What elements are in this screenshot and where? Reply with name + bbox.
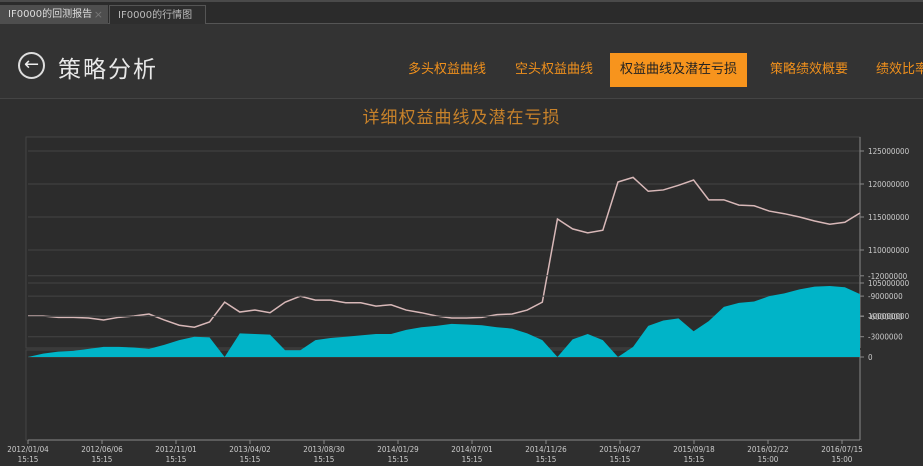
x-tick-date: 2015/09/18 bbox=[673, 445, 715, 454]
x-tick-date: 2012/11/01 bbox=[155, 445, 196, 454]
x-tick-time: 15:15 bbox=[536, 455, 557, 464]
y-tick-label: 0 bbox=[868, 353, 873, 362]
y-tick-label: 110000000 bbox=[868, 246, 910, 255]
x-tick-date: 2012/06/06 bbox=[81, 445, 123, 454]
x-tick-time: 15:15 bbox=[18, 455, 39, 464]
x-tick-date: 2015/04/27 bbox=[599, 445, 640, 454]
y-tick-label: -3000000 bbox=[868, 333, 903, 342]
x-tick-time: 15:15 bbox=[462, 455, 483, 464]
x-tick-time: 15:00 bbox=[832, 455, 853, 464]
x-tick-date: 2014/11/26 bbox=[525, 445, 567, 454]
x-tick-time: 15:15 bbox=[388, 455, 409, 464]
x-tick-time: 15:15 bbox=[684, 455, 705, 464]
x-tick-date: 2014/01/29 bbox=[377, 445, 419, 454]
x-tick-date: 2013/04/02 bbox=[229, 445, 270, 454]
y-tick-label: -9000000 bbox=[868, 292, 903, 301]
x-tick-time: 15:15 bbox=[166, 455, 187, 464]
x-tick-date: 2016/02/22 bbox=[747, 445, 788, 454]
y-tick-label: 125000000 bbox=[868, 147, 910, 156]
x-tick-date: 2013/08/30 bbox=[303, 445, 345, 454]
y-tick-label: 115000000 bbox=[868, 213, 910, 222]
y-tick-label: 120000000 bbox=[868, 180, 910, 189]
x-tick-date: 2012/01/04 bbox=[7, 445, 49, 454]
equity-drawdown-chart: 1250000001200000001150000001100000001050… bbox=[7, 136, 910, 464]
x-tick-date: 2016/07/15 bbox=[821, 445, 862, 454]
x-tick-time: 15:15 bbox=[314, 455, 335, 464]
y-tick-label: -6000000 bbox=[868, 312, 903, 321]
x-tick-time: 15:15 bbox=[610, 455, 631, 464]
x-tick-time: 15:15 bbox=[240, 455, 261, 464]
x-tick-time: 15:15 bbox=[92, 455, 113, 464]
drawdown-plot-area bbox=[25, 349, 861, 441]
x-tick-time: 15:00 bbox=[758, 455, 779, 464]
y-tick-label: -12000000 bbox=[868, 272, 908, 281]
x-tick-date: 2014/07/01 bbox=[451, 445, 492, 454]
